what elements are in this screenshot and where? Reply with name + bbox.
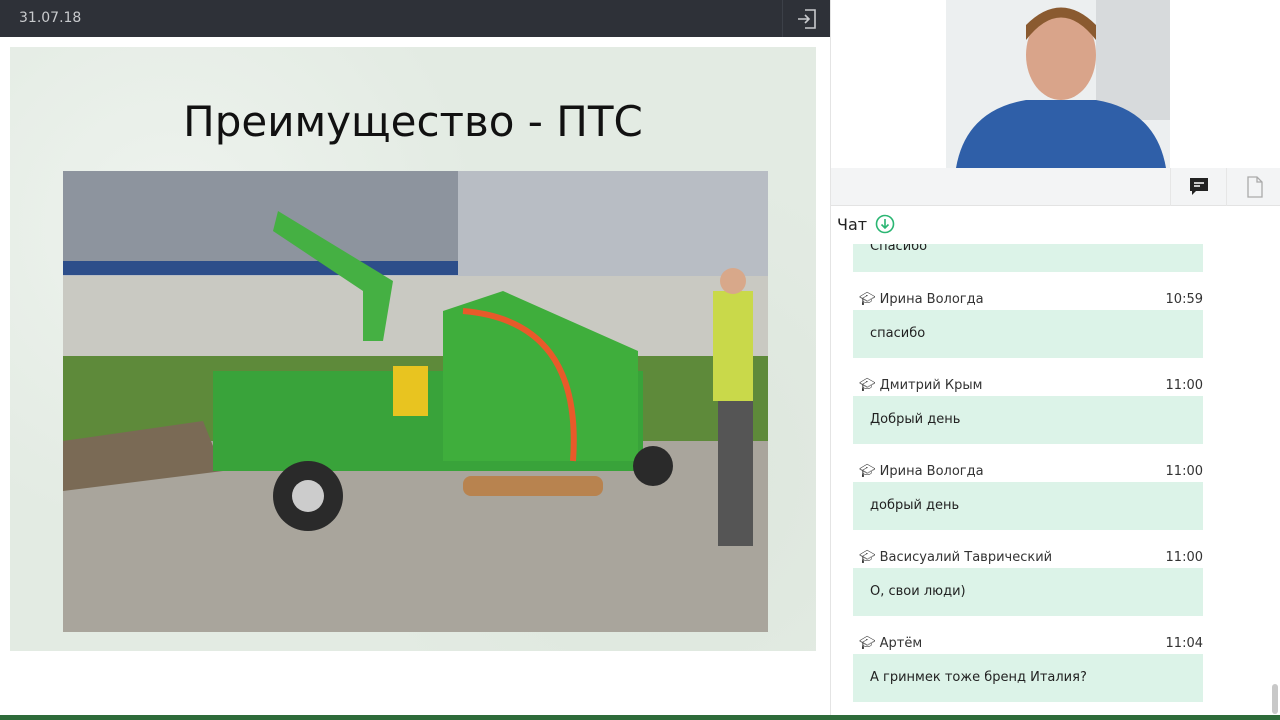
tab-documents[interactable] — [1226, 168, 1280, 206]
message-time: 11:00 — [1165, 549, 1203, 565]
chat-message: 🎓︎ Артём 11:04 А гринмек тоже бренд Итали… — [853, 632, 1203, 702]
user-icon: 🎓︎ — [859, 291, 880, 307]
webcam-video — [946, 0, 1170, 168]
chat-messages[interactable]: Спасибо 🎓︎ Ирина Вологда 10:59 спасибо 🎓︎… — [831, 244, 1280, 714]
message-author: Васисуалий Таврический — [879, 549, 1053, 565]
document-icon — [1246, 176, 1263, 198]
user-icon: 🎓︎ — [859, 463, 880, 479]
message-time: 11:00 — [1165, 377, 1203, 393]
message-author: Ирина Вологда — [879, 463, 984, 479]
user-icon: 🎓︎ — [859, 549, 880, 565]
exit-icon — [797, 8, 816, 29]
message-text: добрый день — [853, 482, 1203, 530]
top-bar: 31.07.18 — [0, 0, 830, 37]
message-text: О, свои люди) — [853, 568, 1203, 616]
scrollbar[interactable] — [1272, 684, 1278, 714]
chat-message: 🎓︎ Дмитрий Крым 11:00 Добрый день — [853, 374, 1203, 444]
message-text: Добрый день — [853, 396, 1203, 444]
scroll-down-icon[interactable] — [875, 214, 895, 234]
presentation-area: Преимущество - ПТС — [0, 37, 830, 720]
chat-message: 🎓︎ Ирина Вологда 11:00 добрый день — [853, 460, 1203, 530]
message-time: 11:00 — [1165, 463, 1203, 479]
chat-message: Спасибо — [853, 244, 1203, 272]
tab-chat[interactable] — [1170, 168, 1226, 206]
slide-title: Преимущество - ПТС — [183, 97, 643, 146]
message-author: Артём — [879, 635, 923, 651]
chat-message: 🎓︎ Ирина Вологда 10:59 спасибо — [853, 288, 1203, 358]
message-text: А гринмек тоже бренд Италия? — [853, 654, 1203, 702]
sidebar-tabs — [831, 168, 1280, 206]
slide: Преимущество - ПТС — [10, 47, 816, 651]
chat-title: Чат — [837, 214, 868, 234]
slide-photo — [63, 171, 768, 632]
message-text: спасибо — [853, 310, 1203, 358]
date-label: 31.07.18 — [19, 10, 82, 26]
chat-icon — [1189, 178, 1208, 195]
message-text: Спасибо — [853, 244, 1203, 272]
message-time: 11:04 — [1165, 635, 1203, 651]
message-author: Дмитрий Крым — [879, 377, 983, 393]
user-icon: 🎓︎ — [859, 635, 880, 651]
bottom-bar — [0, 715, 1280, 720]
user-icon: 🎓︎ — [859, 377, 880, 393]
chat-message: 🎓︎ Васисуалий Таврический 11:00 О, свои л… — [853, 546, 1203, 616]
message-author: Ирина Вологда — [879, 291, 984, 307]
sidebar: Чат Спасибо 🎓︎ Ирина Вологда 10:59 спасиб… — [830, 0, 1280, 720]
chat-header: Чат — [837, 214, 895, 234]
exit-button[interactable] — [782, 0, 830, 37]
message-time: 10:59 — [1165, 291, 1203, 307]
